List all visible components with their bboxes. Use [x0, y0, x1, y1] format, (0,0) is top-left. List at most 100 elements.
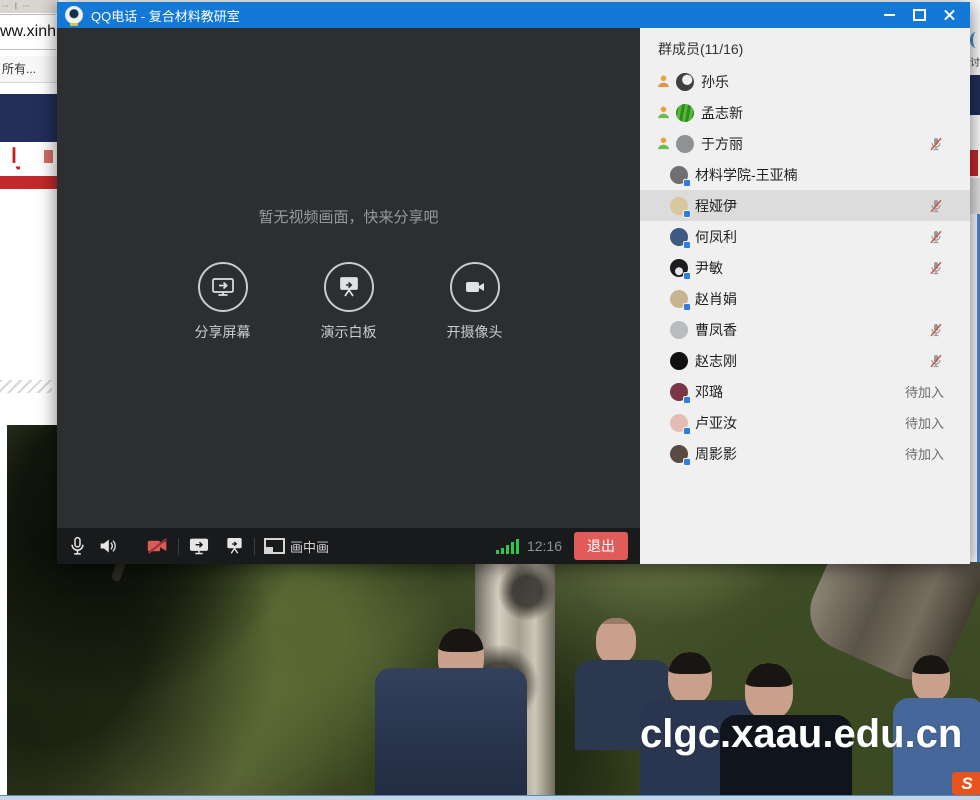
whiteboard-toolbar-button[interactable] — [224, 536, 245, 556]
avatar — [670, 445, 688, 463]
device-badge-icon — [683, 427, 691, 435]
member-row[interactable]: 邓璐 待加入 — [640, 376, 970, 407]
pending-join-label: 待加入 — [905, 444, 944, 463]
signal-strength-icon — [496, 539, 519, 554]
microphone-button[interactable] — [69, 536, 86, 556]
device-badge-icon — [683, 179, 691, 187]
member-name: 赵肖娟 — [695, 289, 944, 309]
close-button[interactable] — [934, 4, 964, 26]
member-row-selected[interactable]: 程娅伊 — [640, 190, 970, 221]
pip-icon — [264, 538, 285, 554]
in-call-status-icon — [656, 74, 671, 89]
device-badge-icon — [683, 396, 691, 404]
browser-bottom-edge — [0, 795, 980, 800]
mic-muted-icon[interactable] — [928, 260, 944, 276]
page-red-mark — [44, 150, 53, 163]
browser-tabstrip-fragment: ⋯ | ⋯ — [0, 0, 59, 13]
video-column: 暂无视频画面，快来分享吧 分享屏幕 — [57, 28, 640, 564]
webcam-icon — [65, 6, 83, 24]
page-hatched-strip — [0, 380, 52, 393]
mic-muted-icon[interactable] — [928, 322, 944, 338]
share-screen-icon — [198, 262, 248, 312]
screen: ⋯ | ⋯ ww.xinh 所有... 刂 — [0, 0, 980, 800]
page-navy-block — [970, 75, 980, 115]
page-text-fragment: 讨 — [970, 54, 980, 69]
camera-on-icon — [450, 262, 500, 312]
avatar — [670, 228, 688, 246]
speaker-button[interactable] — [98, 537, 118, 555]
member-name: 曹凤香 — [695, 320, 928, 340]
mic-muted-icon[interactable] — [928, 229, 944, 245]
browser-right-sliver: 讨 — [970, 0, 980, 562]
members-panel: 群成员(11/16) 孙乐 孟志新 — [640, 28, 970, 564]
member-row[interactable]: 于方丽 — [640, 128, 970, 159]
maximize-button[interactable] — [904, 4, 934, 26]
video-area: 暂无视频画面，快来分享吧 分享屏幕 — [57, 28, 640, 528]
device-badge-icon — [683, 272, 691, 280]
avatar — [676, 73, 694, 91]
member-row[interactable]: 孙乐 — [640, 66, 970, 97]
photo-logo-fragment: S — [952, 772, 980, 795]
avatar — [676, 104, 694, 122]
call-toolbar: 画中画 12:16 退出 — [57, 528, 640, 564]
address-bar-fragment: ww.xinh — [0, 14, 56, 50]
member-row[interactable]: 尹敏 — [640, 252, 970, 283]
avatar — [670, 259, 688, 277]
person-head — [596, 618, 636, 664]
member-name: 于方丽 — [701, 134, 928, 154]
video-actions: 分享屏幕 演示白板 — [57, 262, 640, 342]
avatar — [676, 135, 694, 153]
exit-call-button[interactable]: 退出 — [574, 532, 628, 560]
member-row[interactable]: 何凤利 — [640, 221, 970, 252]
member-row[interactable]: 曹凤香 — [640, 314, 970, 345]
share-screen-button[interactable]: 分享屏幕 — [195, 262, 251, 342]
device-badge-icon — [683, 210, 691, 218]
person-head — [912, 655, 950, 701]
logo-arc-fragment — [970, 32, 980, 48]
avatar — [670, 290, 688, 308]
member-row[interactable]: 赵志刚 — [640, 345, 970, 376]
share-screen-toolbar-button[interactable] — [188, 536, 210, 556]
member-name: 孙乐 — [701, 72, 944, 92]
pending-join-label: 待加入 — [905, 382, 944, 401]
window-title: QQ电话 - 复合材料教研室 — [91, 6, 874, 25]
mic-muted-icon[interactable] — [928, 353, 944, 369]
in-call-status-icon — [656, 105, 671, 120]
avatar — [670, 321, 688, 339]
member-name: 周影影 — [695, 444, 905, 464]
avatar — [670, 166, 688, 184]
members-header: 群成员(11/16) — [640, 28, 970, 66]
member-row[interactable]: 赵肖娟 — [640, 283, 970, 314]
qq-call-window: QQ电话 - 复合材料教研室 暂无视频画面，快来分享吧 — [57, 2, 970, 564]
device-badge-icon — [683, 241, 691, 249]
person-body — [375, 668, 527, 795]
member-row[interactable]: 周影影 待加入 — [640, 438, 970, 469]
member-row[interactable]: 材料学院-王亚楠 — [640, 159, 970, 190]
titlebar[interactable]: QQ电话 - 复合材料教研室 — [57, 2, 970, 28]
camera-on-button[interactable]: 开摄像头 — [447, 262, 503, 342]
pip-label: 画中画 — [290, 537, 329, 556]
page-red-block — [970, 150, 978, 176]
member-row[interactable]: 卢亚汝 待加入 — [640, 407, 970, 438]
mic-muted-icon[interactable] — [928, 136, 944, 152]
share-screen-label: 分享屏幕 — [195, 322, 251, 342]
avatar — [670, 383, 688, 401]
whiteboard-button[interactable]: 演示白板 — [321, 262, 377, 342]
avatar — [670, 414, 688, 432]
whiteboard-label: 演示白板 — [321, 322, 377, 342]
minimize-button[interactable] — [874, 4, 904, 26]
member-name: 孟志新 — [701, 103, 944, 123]
no-video-hint: 暂无视频画面，快来分享吧 — [57, 206, 640, 227]
member-row[interactable]: 孟志新 — [640, 97, 970, 128]
in-call-status-icon — [656, 136, 671, 151]
toolbar-divider — [178, 538, 179, 555]
avatar — [670, 197, 688, 215]
bookmarks-bar-fragment: 所有... — [0, 56, 59, 83]
member-name: 邓璐 — [695, 382, 905, 402]
mic-muted-icon[interactable] — [928, 198, 944, 214]
pending-join-label: 待加入 — [905, 413, 944, 432]
pip-layout-button[interactable]: 画中画 — [264, 537, 329, 556]
camera-off-button[interactable] — [146, 537, 169, 555]
toolbar-divider — [254, 538, 255, 555]
camera-on-label: 开摄像头 — [447, 322, 503, 342]
